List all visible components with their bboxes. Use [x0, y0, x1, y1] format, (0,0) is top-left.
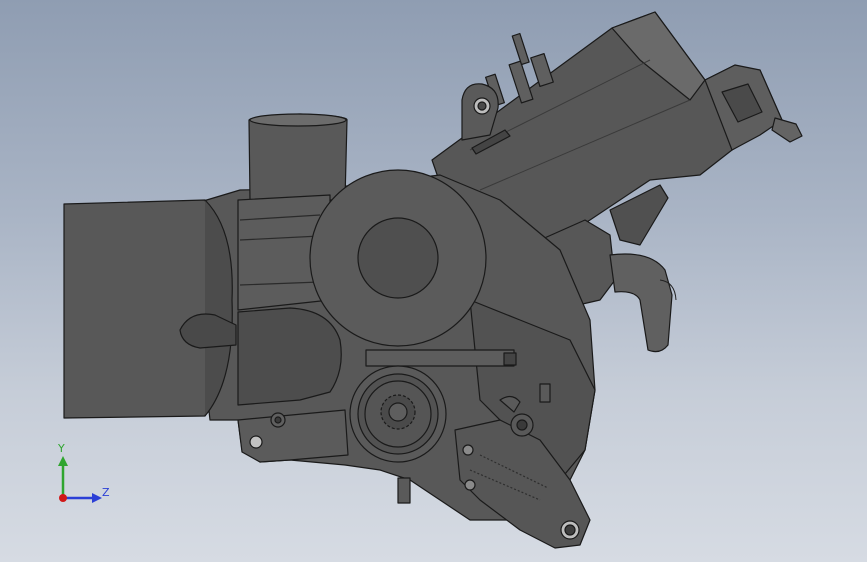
triad-z-label: Z: [102, 486, 110, 499]
engine-assembly-model[interactable]: [0, 0, 867, 562]
housing-lower-bay: [237, 307, 342, 406]
triad-y-label: Y: [58, 442, 65, 455]
horizontal-rod: [365, 349, 515, 367]
cad-graphics-viewport[interactable]: Y Z: [0, 0, 867, 562]
flange-hole-lower: [464, 479, 476, 491]
right-elbow-pipe: [609, 253, 673, 353]
end-cap-pin: [771, 117, 803, 143]
flange-hole-left: [249, 435, 263, 449]
large-pulley-hub: [357, 217, 439, 299]
flange-hole-right: [462, 444, 474, 456]
top-cylinder: [248, 113, 348, 201]
coordinate-triad: Y Z: [50, 440, 120, 510]
left-cylinder: [63, 199, 224, 419]
